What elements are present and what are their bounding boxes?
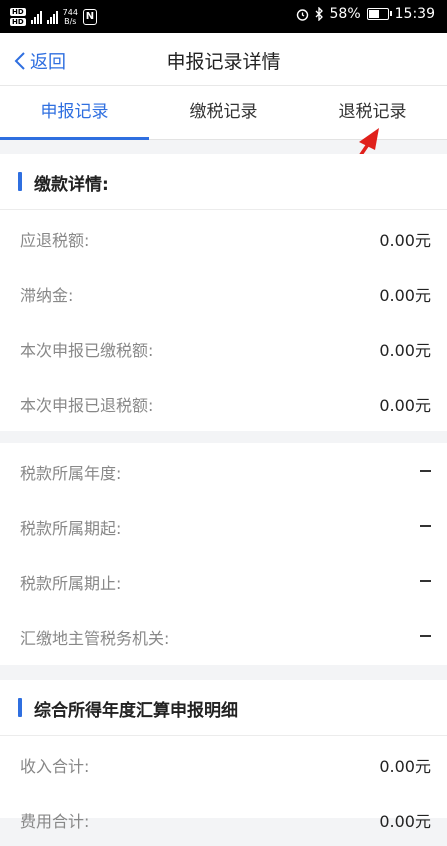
hd-indicator: HD HD (10, 7, 26, 27)
row-label: 费用合计: (20, 812, 90, 831)
detail-row: 汇缴地主管税务机关: (0, 608, 447, 663)
detail-row: 税款所属期起: (0, 498, 447, 553)
detail-row: 税款所属期止: (0, 553, 447, 608)
row-value: 0.00元 (379, 231, 431, 250)
row-label: 税款所属期起: (20, 519, 122, 538)
row-label: 本次申报已退税额: (20, 396, 154, 415)
signal-icon (30, 10, 42, 24)
tab-declaration-records[interactable]: 申报记录 (0, 86, 149, 140)
page-title: 申报记录详情 (166, 51, 281, 73)
empty-value-dash (420, 525, 431, 527)
empty-value-dash (420, 580, 431, 582)
row-value: 0.00元 (379, 341, 431, 360)
clock: 15:39 (394, 6, 435, 22)
row-value: 0.00元 (379, 396, 431, 415)
nfc-icon: N (82, 8, 97, 25)
detail-row: 本次申报已退税额: 0.00元 (0, 375, 447, 430)
row-label: 税款所属年度: (20, 464, 122, 483)
annual-summary-section: 综合所得年度汇算申报明细 收入合计: 0.00元 费用合计: 0.00元 (0, 680, 447, 831)
row-label: 本次申报已缴税额: (20, 341, 154, 360)
hd-label-1: HD (10, 7, 26, 16)
empty-value-dash (420, 635, 431, 637)
tab-payment-records[interactable]: 缴税记录 (149, 86, 298, 139)
section-accent-bar (18, 698, 22, 717)
bluetooth-icon (315, 7, 323, 21)
empty-value-dash (420, 470, 431, 472)
net-speed-unit: B/s (64, 16, 77, 26)
signal-icon-2 (46, 10, 58, 24)
payment-detail-section: 缴款详情: 应退税额: 0.00元 滞纳金: 0.00元 本次申报已缴税额: 0… (0, 154, 447, 431)
detail-row: 收入合计: 0.00元 (0, 736, 447, 791)
battery-icon (366, 8, 392, 20)
row-value: 0.00元 (379, 286, 431, 305)
section-accent-bar (18, 172, 22, 191)
net-speed: 744 B/s (63, 8, 78, 26)
status-bar: HD HD 744 B/s N 58% 15:39 (0, 0, 447, 33)
battery-percent: 58% (329, 6, 361, 22)
tax-period-section: 税款所属年度: 税款所属期起: 税款所属期止: 汇缴地主管税务机关: (0, 443, 447, 665)
detail-row: 本次申报已缴税额: 0.00元 (0, 320, 447, 375)
nav-bar: 返回 申报记录详情 (0, 33, 447, 85)
row-label: 汇缴地主管税务机关: (20, 629, 170, 648)
section-header: 缴款详情: (0, 154, 447, 210)
net-speed-value: 744 (62, 7, 78, 17)
alarm-icon (296, 8, 308, 21)
row-label: 应退税额: (20, 231, 90, 250)
detail-row: 税款所属年度: (0, 443, 447, 498)
row-label: 收入合计: (20, 757, 90, 776)
detail-row: 费用合计: 0.00元 (0, 791, 447, 846)
section-header: 综合所得年度汇算申报明细 (0, 680, 447, 736)
detail-row: 应退税额: 0.00元 (0, 210, 447, 265)
row-label: 滞纳金: (20, 286, 74, 305)
section-title: 缴款详情: (34, 175, 109, 195)
row-value: 0.00元 (379, 757, 431, 776)
row-value: 0.00元 (379, 812, 431, 831)
detail-row: 滞纳金: 0.00元 (0, 265, 447, 320)
row-label: 税款所属期止: (20, 574, 122, 593)
section-title: 综合所得年度汇算申报明细 (34, 701, 238, 721)
hd-label-2: HD (10, 17, 26, 26)
